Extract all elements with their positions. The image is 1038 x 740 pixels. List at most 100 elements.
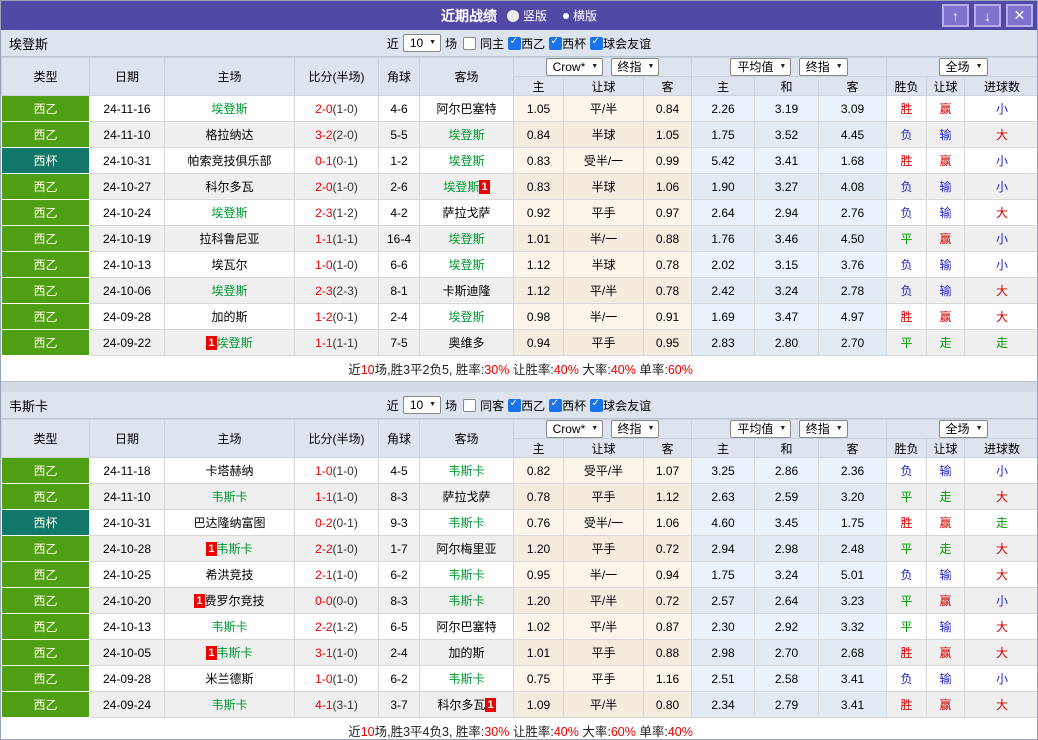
home-team-name[interactable]: 埃登斯: [211, 102, 247, 116]
away-team-name[interactable]: 韦斯卡: [448, 464, 484, 478]
result-goals: 小: [964, 225, 1037, 252]
chevron-down-icon: ▼: [779, 425, 787, 432]
away-team-name[interactable]: 奥维多: [448, 336, 484, 350]
close-button[interactable]: ✕: [1006, 4, 1033, 27]
handicap-odds: 1.07: [642, 457, 693, 484]
league-checkbox[interactable]: [590, 36, 604, 50]
handicap-odds: 受半/一: [563, 509, 644, 536]
corner-count: 3-7: [378, 691, 420, 718]
match-date: 24-10-06: [89, 277, 165, 304]
away-team-name[interactable]: 萨拉戈萨: [442, 490, 490, 504]
average-odds: 1.75: [818, 509, 888, 536]
home-team-name[interactable]: 费罗尔竞技: [205, 594, 265, 608]
home-team-name[interactable]: 拉科鲁尼亚: [199, 232, 259, 246]
league-checkbox[interactable]: [549, 36, 563, 50]
home-team-name[interactable]: 韦斯卡: [217, 646, 253, 660]
away-team-name[interactable]: 埃登斯: [448, 258, 484, 272]
away-team-name[interactable]: 韦斯卡: [448, 568, 484, 582]
move-down-button[interactable]: ↓: [974, 4, 1001, 27]
home-team-name[interactable]: 韦斯卡: [211, 620, 247, 634]
home-team-name[interactable]: 米兰德斯: [205, 672, 253, 686]
away-team-name[interactable]: 埃登斯: [448, 232, 484, 246]
period-select[interactable]: 全场 ▼: [938, 420, 988, 438]
away-team-name[interactable]: 埃登斯: [448, 154, 484, 168]
league-label: 西乙: [521, 398, 546, 413]
average-time-select[interactable]: 终指 ▼: [798, 420, 848, 438]
halftime-score: (2-3): [332, 283, 358, 298]
match-count-select[interactable]: 10 ▼: [402, 396, 442, 414]
same-venue-checkbox[interactable]: [463, 398, 477, 412]
match-type-badge: 西乙: [1, 587, 90, 614]
score-cell: 2-2(1-2): [294, 613, 379, 640]
league-checkbox[interactable]: [508, 36, 522, 50]
halftime-score: (1-0): [332, 257, 358, 272]
home-team-name[interactable]: 韦斯卡: [211, 698, 247, 712]
away-team-name[interactable]: 阿尔巴塞特: [436, 620, 496, 634]
summary-stat-label: 大率:: [578, 725, 611, 739]
home-team-name[interactable]: 格拉纳达: [205, 128, 253, 142]
score-cell: 2-0(1-0): [294, 173, 379, 200]
away-team-name[interactable]: 韦斯卡: [448, 594, 484, 608]
away-team-name[interactable]: 韦斯卡: [448, 516, 484, 530]
away-team-name[interactable]: 加的斯: [448, 646, 484, 660]
halftime-score: (0-0): [332, 593, 358, 608]
away-team-name[interactable]: 阿尔梅里亚: [436, 542, 496, 556]
match-count-select[interactable]: 10 ▼: [402, 34, 442, 52]
away-team-name[interactable]: 埃登斯: [443, 180, 479, 194]
home-team-name[interactable]: 埃瓦尔: [211, 258, 247, 272]
home-team-name[interactable]: 韦斯卡: [217, 542, 253, 556]
average-time-select[interactable]: 终指 ▼: [798, 58, 848, 76]
score-cell: 2-2(1-0): [294, 535, 379, 562]
result-handicap: 输: [926, 277, 966, 304]
home-team-name[interactable]: 埃登斯: [211, 206, 247, 220]
match-date: 24-10-27: [89, 173, 165, 200]
odds-time-select[interactable]: 终指 ▼: [610, 58, 660, 76]
summary-stat-label: 单率:: [635, 725, 668, 739]
layout-vertical-radio[interactable]: 竖版: [506, 7, 547, 24]
result-goals: 大: [964, 121, 1037, 148]
move-up-button[interactable]: ↑: [942, 4, 969, 27]
corner-count: 1-2: [378, 147, 420, 174]
average-select[interactable]: 平均值 ▼: [730, 58, 792, 76]
summary-stat-label: 大率:: [578, 363, 611, 377]
home-team-name[interactable]: 巴达隆纳富图: [193, 516, 265, 530]
home-team-name[interactable]: 韦斯卡: [211, 490, 247, 504]
home-team-name[interactable]: 埃登斯: [217, 336, 253, 350]
away-team-name[interactable]: 卡斯迪隆: [442, 284, 490, 298]
chevron-down-icon: ▼: [975, 63, 983, 70]
match-type-badge: 西乙: [1, 199, 90, 226]
match-date: 24-09-28: [89, 303, 165, 330]
average-odds: 3.47: [754, 303, 820, 330]
bookmaker-select[interactable]: Crow* ▼: [545, 420, 604, 438]
home-team-name[interactable]: 加的斯: [211, 310, 247, 324]
score-cell: 0-2(0-1): [294, 509, 379, 536]
away-team-name[interactable]: 韦斯卡: [448, 672, 484, 686]
odds-time-select[interactable]: 终指 ▼: [610, 420, 660, 438]
home-team-name[interactable]: 卡塔赫纳: [205, 464, 253, 478]
average-select[interactable]: 平均值 ▼: [730, 420, 792, 438]
match-date: 24-09-22: [89, 329, 165, 356]
layout-horizontal-radio[interactable]: 横版: [563, 7, 597, 24]
col-result-handicap: 让球: [926, 438, 966, 458]
team-name: 韦斯卡: [9, 398, 49, 414]
home-team-name[interactable]: 帕索竞技俱乐部: [187, 154, 271, 168]
away-team-name[interactable]: 埃登斯: [448, 310, 484, 324]
away-team-name[interactable]: 埃登斯: [448, 128, 484, 142]
score-cell: 0-0(0-0): [294, 587, 379, 614]
same-venue-checkbox[interactable]: [463, 36, 477, 50]
period-select[interactable]: 全场 ▼: [938, 58, 988, 76]
match-count-value: 10: [409, 398, 424, 412]
away-team-name[interactable]: 科尔多瓦: [437, 698, 485, 712]
corner-count: 2-6: [378, 173, 420, 200]
bookmaker-select[interactable]: Crow* ▼: [545, 58, 604, 76]
home-team-name[interactable]: 希洪竞技: [205, 568, 253, 582]
away-team-name[interactable]: 萨拉戈萨: [442, 206, 490, 220]
away-team-name[interactable]: 阿尔巴塞特: [436, 102, 496, 116]
home-team-name[interactable]: 埃登斯: [211, 284, 247, 298]
result-wdl: 负: [886, 199, 928, 226]
home-team-name[interactable]: 科尔多瓦: [205, 180, 253, 194]
league-checkbox[interactable]: [508, 398, 522, 412]
league-checkbox[interactable]: [549, 398, 563, 412]
league-checkbox[interactable]: [590, 398, 604, 412]
average-odds: 3.41: [818, 665, 888, 692]
